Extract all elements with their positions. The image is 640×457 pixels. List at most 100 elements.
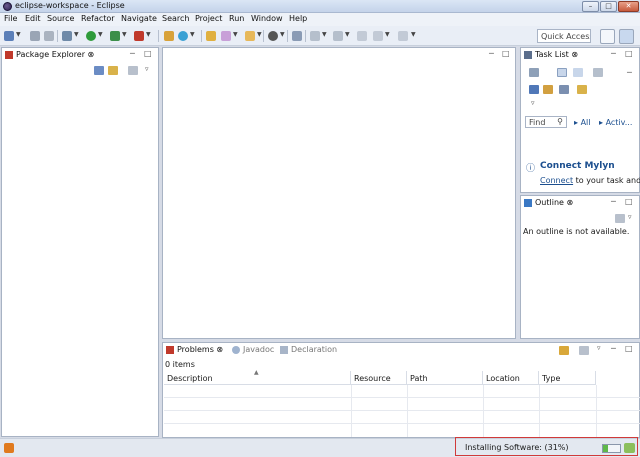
menu-edit[interactable]: Edit — [25, 14, 41, 23]
view-menu-icon[interactable]: ▿ — [145, 65, 149, 73]
menu-search[interactable]: Search — [162, 14, 189, 23]
menu-navigate[interactable]: Navigate — [121, 14, 157, 23]
chevron-down-icon[interactable]: ▼ — [257, 31, 262, 38]
activate-task-link[interactable]: ▸ Activ... — [599, 118, 632, 127]
toggle-breadcrumb-icon[interactable] — [268, 31, 278, 41]
open-type-icon[interactable] — [206, 31, 216, 41]
minimize-icon[interactable]: ─ — [611, 344, 616, 353]
open-task-icon[interactable] — [221, 31, 231, 41]
filter-icon[interactable] — [559, 346, 569, 355]
collapse-all-icon[interactable] — [559, 85, 569, 94]
chevron-down-icon[interactable]: ▼ — [280, 31, 285, 38]
close-button[interactable]: ✕ — [618, 1, 639, 12]
chevron-down-icon[interactable]: ▼ — [190, 31, 195, 38]
scheduled-icon[interactable] — [573, 68, 583, 77]
tab-task-list[interactable]: Task List ⊗ — [521, 48, 582, 62]
open-perspective-icon[interactable] — [600, 29, 615, 44]
menu-project[interactable]: Project — [195, 14, 222, 23]
chevron-down-icon[interactable]: ▼ — [74, 31, 79, 38]
categorized-icon[interactable] — [557, 68, 567, 77]
new-icon[interactable] — [4, 31, 14, 41]
menu-help[interactable]: Help — [289, 14, 307, 23]
previous-annotation-icon[interactable] — [333, 31, 343, 41]
chevron-down-icon[interactable]: ▼ — [322, 31, 327, 38]
eclipse-app-icon — [3, 2, 12, 11]
minimize-icon[interactable]: ─ — [489, 49, 494, 58]
find-task-input[interactable]: Find ⚲ — [525, 116, 567, 128]
editor-area[interactable]: ─ □ — [162, 47, 516, 339]
menu-refactor[interactable]: Refactor — [81, 14, 115, 23]
back-icon[interactable] — [373, 31, 383, 41]
tab-javadoc[interactable]: Javadoc — [229, 343, 278, 357]
focus-icon[interactable] — [579, 346, 589, 355]
maximize-icon[interactable]: □ — [502, 49, 510, 58]
outline-message: An outline is not available. — [523, 227, 630, 236]
maximize-icon[interactable]: □ — [625, 49, 633, 58]
run-icon[interactable] — [86, 31, 96, 41]
focus-icon[interactable] — [593, 68, 603, 77]
focus-icon[interactable] — [128, 66, 138, 75]
minimize-icon[interactable]: ─ — [611, 197, 616, 206]
search-icon[interactable] — [245, 31, 255, 41]
chevron-down-icon[interactable]: ▼ — [98, 31, 103, 38]
rss-icon — [4, 443, 14, 453]
new-java-project-icon[interactable] — [164, 31, 174, 41]
hide-completed-icon[interactable] — [529, 85, 539, 94]
maximize-icon[interactable]: □ — [144, 49, 152, 58]
highlight-annotation — [455, 437, 638, 456]
link-with-editor-icon[interactable] — [577, 85, 587, 94]
maximize-button[interactable]: □ — [600, 1, 617, 12]
column-type[interactable]: Type — [539, 371, 596, 385]
external-tools-icon[interactable] — [134, 31, 144, 41]
chevron-down-icon[interactable]: ▼ — [146, 31, 151, 38]
save-icon[interactable] — [30, 31, 40, 41]
tab-package-explorer[interactable]: Package Explorer ⊗ — [2, 48, 98, 62]
mark-occurrences-icon[interactable] — [292, 31, 302, 41]
save-all-icon[interactable] — [44, 31, 54, 41]
view-menu-icon[interactable]: ▿ — [628, 213, 632, 221]
connect-link[interactable]: Connect — [540, 176, 573, 185]
minimize-icon[interactable]: ─ — [130, 49, 135, 58]
next-annotation-icon[interactable] — [310, 31, 320, 41]
column-description[interactable]: Description ▲ — [164, 369, 351, 385]
last-edit-location-icon[interactable] — [357, 31, 367, 41]
chevron-down-icon[interactable]: ▼ — [233, 31, 238, 38]
menu-file[interactable]: File — [4, 14, 17, 23]
quick-access-field[interactable]: Quick Access — [537, 29, 591, 43]
chevron-down-icon[interactable]: ▼ — [385, 31, 390, 38]
mylyn-title: Connect Mylyn — [540, 161, 615, 171]
chevron-down-icon[interactable]: ▼ — [411, 31, 416, 38]
filter-all-link[interactable]: ▸ All — [574, 118, 590, 127]
javadoc-icon — [232, 346, 240, 354]
view-menu-icon[interactable]: ▿ — [597, 344, 601, 352]
menu-window[interactable]: Window — [251, 14, 283, 23]
menu-run[interactable]: Run — [229, 14, 244, 23]
tab-problems[interactable]: Problems ⊗ — [163, 343, 228, 357]
forward-icon[interactable] — [398, 31, 408, 41]
minimize-icon[interactable]: ─ — [627, 68, 632, 77]
java-perspective-icon[interactable] — [619, 29, 634, 44]
focus-icon[interactable] — [615, 214, 625, 223]
coverage-icon[interactable] — [110, 31, 120, 41]
column-resource[interactable]: Resource — [351, 371, 407, 385]
chevron-down-icon[interactable]: ▼ — [345, 31, 350, 38]
column-path[interactable]: Path — [407, 371, 483, 385]
maximize-icon[interactable]: □ — [625, 344, 633, 353]
chevron-down-icon[interactable]: ▼ — [122, 31, 127, 38]
tab-outline[interactable]: Outline ⊗ — [521, 196, 577, 210]
link-with-editor-icon[interactable] — [108, 66, 118, 75]
chevron-down-icon[interactable]: ▼ — [16, 31, 21, 38]
view-menu-icon[interactable]: ▿ — [531, 99, 535, 107]
new-class-icon[interactable] — [178, 31, 188, 41]
new-task-icon[interactable] — [529, 68, 539, 77]
column-location[interactable]: Location — [483, 371, 539, 385]
collapse-all-icon[interactable] — [94, 66, 104, 75]
minimize-button[interactable]: – — [582, 1, 599, 12]
maximize-icon[interactable]: □ — [625, 197, 633, 206]
synchronize-icon[interactable] — [543, 85, 553, 94]
menu-source[interactable]: Source — [47, 14, 74, 23]
minimize-icon[interactable]: ─ — [611, 49, 616, 58]
task-list-icon — [524, 51, 532, 59]
tab-declaration[interactable]: Declaration — [277, 343, 341, 357]
debug-icon[interactable] — [62, 31, 72, 41]
